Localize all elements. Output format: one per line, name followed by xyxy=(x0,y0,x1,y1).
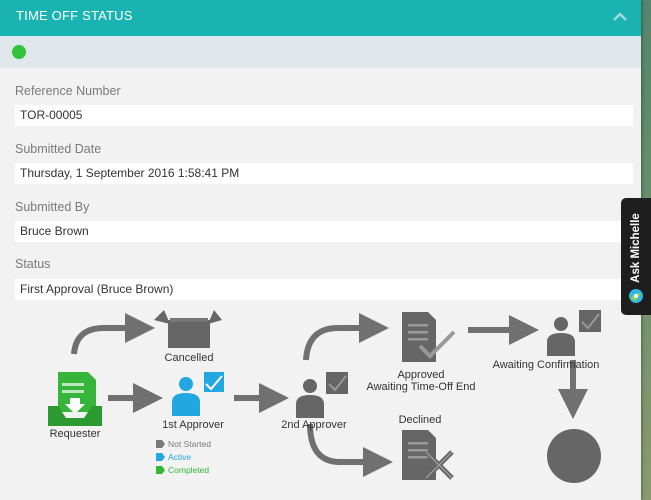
requester-label: Requester xyxy=(50,428,101,440)
legend-completed-icon xyxy=(156,466,165,474)
end-node-icon xyxy=(547,429,601,483)
document-approved-icon xyxy=(402,312,456,362)
workflow-diagram: Requester Cancelled 1st Approver Not Sta… xyxy=(48,310,601,483)
reference-number-label: Reference Number xyxy=(15,84,121,98)
document-declined-icon xyxy=(402,430,454,480)
panel-title: TIME OFF STATUS xyxy=(16,8,133,23)
legend-active-icon xyxy=(156,453,165,461)
time-off-status-panel: TIME OFF STATUS Reference Number TOR-000… xyxy=(0,0,641,500)
checkbox-confirm-icon xyxy=(579,310,601,332)
legend-active-label: Active xyxy=(168,452,191,462)
panel-header[interactable]: TIME OFF STATUS xyxy=(0,0,641,36)
status-bar xyxy=(0,36,641,68)
assistant-logo-icon xyxy=(628,288,644,304)
arrow-2nd-approver-to-approved xyxy=(303,313,389,361)
status-value: First Approval (Bruce Brown) xyxy=(15,279,633,300)
legend-not-started-icon xyxy=(156,440,165,448)
checkbox-active-icon xyxy=(204,372,224,392)
submitted-date-value: Thursday, 1 September 2016 1:58:41 PM xyxy=(15,163,633,184)
declined-label: Declined xyxy=(399,414,442,426)
status-legend: Not Started Active Completed xyxy=(156,439,211,475)
ask-michelle-tab[interactable]: Ask Michelle xyxy=(621,198,651,315)
legend-not-started-label: Not Started xyxy=(168,439,211,449)
approved-label: Approved xyxy=(397,369,444,381)
box-icon xyxy=(154,310,222,348)
submitted-by-value: Bruce Brown xyxy=(15,221,633,242)
approved-sub-label: Awaiting Time-Off End xyxy=(366,381,475,393)
requester-icon xyxy=(48,372,102,426)
checkbox-icon xyxy=(326,372,348,394)
status-label: Status xyxy=(15,257,51,271)
legend-completed-label: Completed xyxy=(168,465,209,475)
workflow-arrows xyxy=(71,313,588,477)
status-dot-icon xyxy=(12,45,26,59)
chevron-up-icon[interactable] xyxy=(611,8,629,26)
ask-michelle-label: Ask Michelle xyxy=(630,213,642,283)
submitted-by-label: Submitted By xyxy=(15,200,90,214)
awaiting-confirmation-label: Awaiting Confirmation xyxy=(493,359,600,371)
submitted-date-label: Submitted Date xyxy=(15,142,102,156)
person-active-icon xyxy=(172,377,200,416)
second-approver-label: 2nd Approver xyxy=(281,419,347,431)
first-approver-label: 1st Approver xyxy=(162,419,224,431)
person-confirm-icon xyxy=(547,317,575,356)
arrow-requester-to-cancelled xyxy=(71,313,155,355)
person-icon xyxy=(296,379,324,418)
reference-number-value: TOR-00005 xyxy=(15,105,633,126)
cancelled-label: Cancelled xyxy=(165,352,214,364)
